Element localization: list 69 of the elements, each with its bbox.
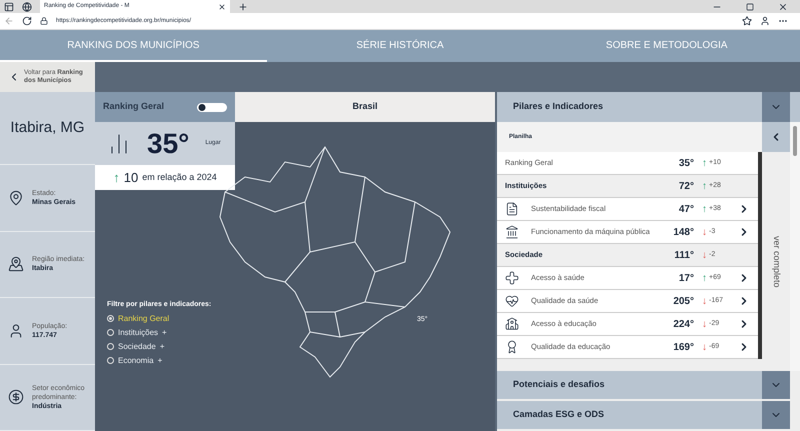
profile-icon[interactable] <box>760 16 770 26</box>
new-tab-icon[interactable] <box>238 2 248 12</box>
expand-icon[interactable]: + <box>158 354 162 366</box>
city-name: Itabira, MG <box>10 118 85 138</box>
filter-option[interactable]: Sociedade + <box>107 340 212 352</box>
expand-icon[interactable]: + <box>160 340 164 352</box>
ranking-position: 35° <box>147 126 190 160</box>
tabs-icon[interactable] <box>4 2 14 12</box>
radio-button[interactable] <box>107 343 114 350</box>
close-window-icon[interactable] <box>778 2 788 12</box>
reload-icon[interactable] <box>22 16 32 26</box>
row-position: 205° <box>672 294 694 308</box>
trend-arrow: ↓ <box>702 340 707 354</box>
section-title: Camadas ESG e ODS <box>512 408 606 422</box>
trend-arrow: ↑ <box>113 168 120 187</box>
map-pin-icon <box>8 256 24 272</box>
filter-label: Ranking Geral <box>118 312 170 324</box>
radio-button[interactable] <box>107 357 114 364</box>
row-position: 148° <box>672 226 694 240</box>
change-label: em relação a 2024 <box>142 170 217 184</box>
row-position: 35° <box>678 156 694 170</box>
scrollbar[interactable] <box>790 122 800 371</box>
trend-arrow: ↑ <box>702 156 707 170</box>
view-all-link[interactable]: ver completo <box>769 236 783 288</box>
filter-label: Instituições <box>118 326 158 338</box>
row-position: 224° <box>672 318 694 332</box>
filter-option[interactable]: Ranking Geral <box>107 312 212 324</box>
expand-icon[interactable]: + <box>162 326 167 338</box>
favorite-icon[interactable] <box>742 16 752 26</box>
trend-arrow: ↓ <box>702 294 707 308</box>
toggle-icon[interactable] <box>197 102 227 112</box>
pin-icon <box>8 190 24 206</box>
cross-icon <box>505 271 519 285</box>
trend-arrow: ↓ <box>702 318 707 332</box>
school-icon <box>505 317 519 331</box>
row-position: 111° <box>673 248 694 262</box>
trend-arrow: ↓ <box>702 248 707 262</box>
award-icon <box>505 340 519 354</box>
radio-button[interactable] <box>107 315 114 322</box>
document-icon <box>505 202 519 216</box>
dollar-coin-icon <box>8 389 24 406</box>
trend-arrow: ↑ <box>702 272 707 286</box>
globe-icon[interactable] <box>22 2 32 12</box>
filter-label: Sociedade <box>118 340 156 352</box>
row-position: 47° <box>678 202 694 216</box>
row-position: 72° <box>678 180 694 194</box>
change-value: 10 <box>124 168 138 187</box>
lock-icon <box>40 17 48 25</box>
map-title: Brasil <box>352 100 378 114</box>
row-position: 17° <box>678 272 694 286</box>
section-title: Potenciais e desafios <box>512 378 606 392</box>
filter-option[interactable]: Instituições + <box>107 326 212 338</box>
heart-icon <box>505 294 519 308</box>
close-icon[interactable] <box>218 2 226 10</box>
section-header[interactable]: Camadas ESG e ODS <box>497 401 790 429</box>
row-position: 169° <box>672 340 694 354</box>
ranking-title: Ranking Geral <box>103 100 164 114</box>
building-icon <box>505 225 519 239</box>
trend-arrow: ↑ <box>702 202 707 216</box>
panel-header[interactable]: Pilares e Indicadores <box>497 92 800 122</box>
filter-label: Economia <box>118 354 154 366</box>
person-icon <box>8 322 24 339</box>
trend-arrow: ↑ <box>702 180 707 194</box>
maximize-icon[interactable] <box>746 2 754 10</box>
section-header[interactable]: Potenciais e desafios <box>497 371 790 399</box>
trend-arrow: ↓ <box>702 226 707 240</box>
filter-option[interactable]: Economia + <box>107 354 212 366</box>
radio-button[interactable] <box>107 329 114 336</box>
panel-title: Pilares e Indicadores <box>512 100 604 114</box>
